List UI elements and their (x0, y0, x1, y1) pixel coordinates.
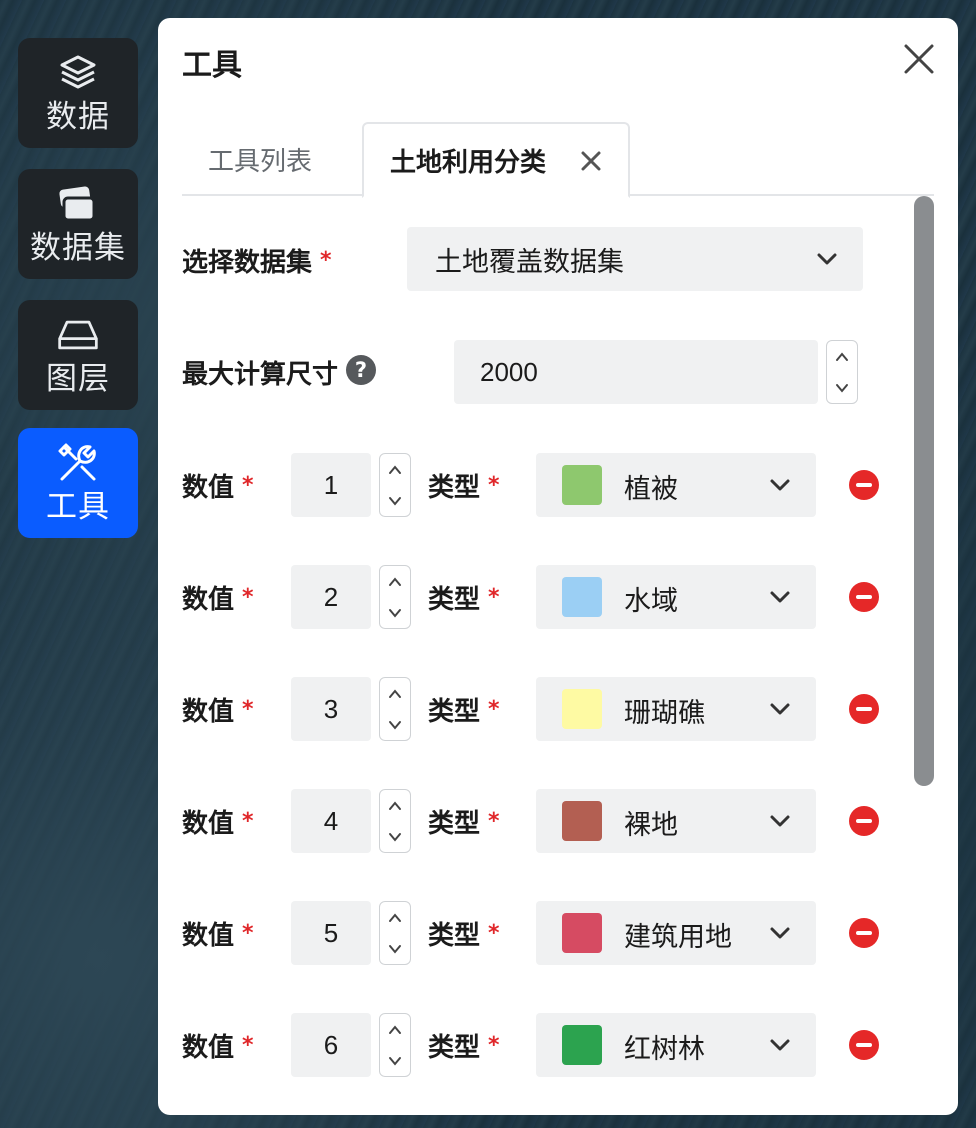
type-select[interactable]: 水域 (536, 565, 816, 629)
type-select[interactable]: 珊瑚礁 (536, 677, 816, 741)
type-label: 类型 * (428, 921, 500, 951)
type-value: 建筑用地 (624, 922, 732, 953)
tab-land-use[interactable]: 土地利用分类 (362, 122, 630, 198)
type-label: 类型 * (428, 585, 500, 615)
color-swatch (562, 801, 602, 841)
value-stepper[interactable] (379, 1013, 411, 1077)
value-input[interactable]: 1 (291, 453, 371, 517)
type-value: 裸地 (624, 810, 678, 841)
type-select[interactable]: 裸地 (536, 789, 816, 853)
value-stepper[interactable] (379, 789, 411, 853)
remove-row-icon[interactable] (849, 694, 879, 724)
close-tab-icon[interactable] (578, 148, 604, 174)
chevron-down-icon (768, 1033, 792, 1057)
layer-plane-icon (56, 313, 100, 357)
tab-tool-list[interactable]: 工具列表 (208, 122, 312, 196)
remove-row-icon[interactable] (849, 470, 879, 500)
value-label: 数值 * (182, 473, 254, 503)
tab-bar: 工具列表 土地利用分类 (182, 122, 934, 198)
value-input[interactable]: 2 (291, 565, 371, 629)
type-value: 水域 (624, 586, 678, 617)
tools-icon (56, 441, 100, 485)
chevron-down-icon (815, 247, 839, 271)
remove-row-icon[interactable] (849, 918, 879, 948)
color-swatch (562, 689, 602, 729)
value-input[interactable]: 3 (291, 677, 371, 741)
value-stepper[interactable] (379, 677, 411, 741)
value-input[interactable]: 4 (291, 789, 371, 853)
value-input[interactable]: 5 (291, 901, 371, 965)
dataset-label: 选择数据集 * (182, 248, 332, 278)
remove-row-icon[interactable] (849, 806, 879, 836)
chevron-down-icon (768, 585, 792, 609)
value-label: 数值 * (182, 921, 254, 951)
type-select[interactable]: 建筑用地 (536, 901, 816, 965)
type-value: 植被 (624, 474, 678, 505)
cards-icon (56, 182, 100, 226)
value-stepper[interactable] (379, 565, 411, 629)
tools-panel: 工具 工具列表 土地利用分类 选择数据集 * 土地覆盖数据集 最大计算尺寸? 2… (158, 18, 958, 1115)
help-icon[interactable]: ? (346, 355, 377, 385)
layers-icon (56, 51, 100, 95)
chevron-down-icon (768, 921, 792, 945)
value-stepper[interactable] (379, 901, 411, 965)
rail-label-tools: 工具 (46, 489, 110, 525)
remove-row-icon[interactable] (849, 582, 879, 612)
type-value: 珊瑚礁 (624, 698, 705, 729)
rail-label-layers: 图层 (46, 361, 110, 397)
chevron-down-icon (768, 697, 792, 721)
color-swatch (562, 465, 602, 505)
rail-label-data: 数据 (46, 99, 110, 135)
panel-title: 工具 (182, 48, 242, 83)
rail-button-datasets[interactable]: 数据集 (18, 169, 138, 279)
type-value: 红树林 (624, 1034, 705, 1065)
dataset-select[interactable]: 土地覆盖数据集 (407, 227, 863, 291)
remove-row-icon[interactable] (849, 1030, 879, 1060)
tab-label: 工具列表 (208, 146, 313, 177)
chevron-down-icon (768, 809, 792, 833)
type-select[interactable]: 红树林 (536, 1013, 816, 1077)
type-select[interactable]: 植被 (536, 453, 816, 517)
value-stepper[interactable] (379, 453, 411, 517)
value-input[interactable]: 6 (291, 1013, 371, 1077)
rail-label-datasets: 数据集 (30, 230, 126, 266)
value-label: 数值 * (182, 585, 254, 615)
type-label: 类型 * (428, 1033, 500, 1063)
value-label: 数值 * (182, 697, 254, 727)
color-swatch (562, 577, 602, 617)
color-swatch (562, 1025, 602, 1065)
type-label: 类型 * (428, 473, 500, 503)
type-label: 类型 * (428, 697, 500, 727)
chevron-down-icon (768, 473, 792, 497)
close-icon[interactable] (900, 40, 938, 78)
rail-button-data[interactable]: 数据 (18, 38, 138, 148)
max-size-input[interactable]: 2000 (454, 340, 818, 404)
rail-button-layers[interactable]: 图层 (18, 300, 138, 410)
tab-label: 土地利用分类 (390, 147, 547, 178)
type-label: 类型 * (428, 809, 500, 839)
dataset-value: 土地覆盖数据集 (435, 246, 624, 278)
scrollbar[interactable] (914, 196, 934, 786)
value-label: 数值 * (182, 809, 254, 839)
color-swatch (562, 913, 602, 953)
max-size-label: 最大计算尺寸? (182, 354, 377, 391)
value-label: 数值 * (182, 1033, 254, 1063)
max-size-stepper[interactable] (826, 340, 858, 404)
rail-button-tools[interactable]: 工具 (18, 428, 138, 538)
